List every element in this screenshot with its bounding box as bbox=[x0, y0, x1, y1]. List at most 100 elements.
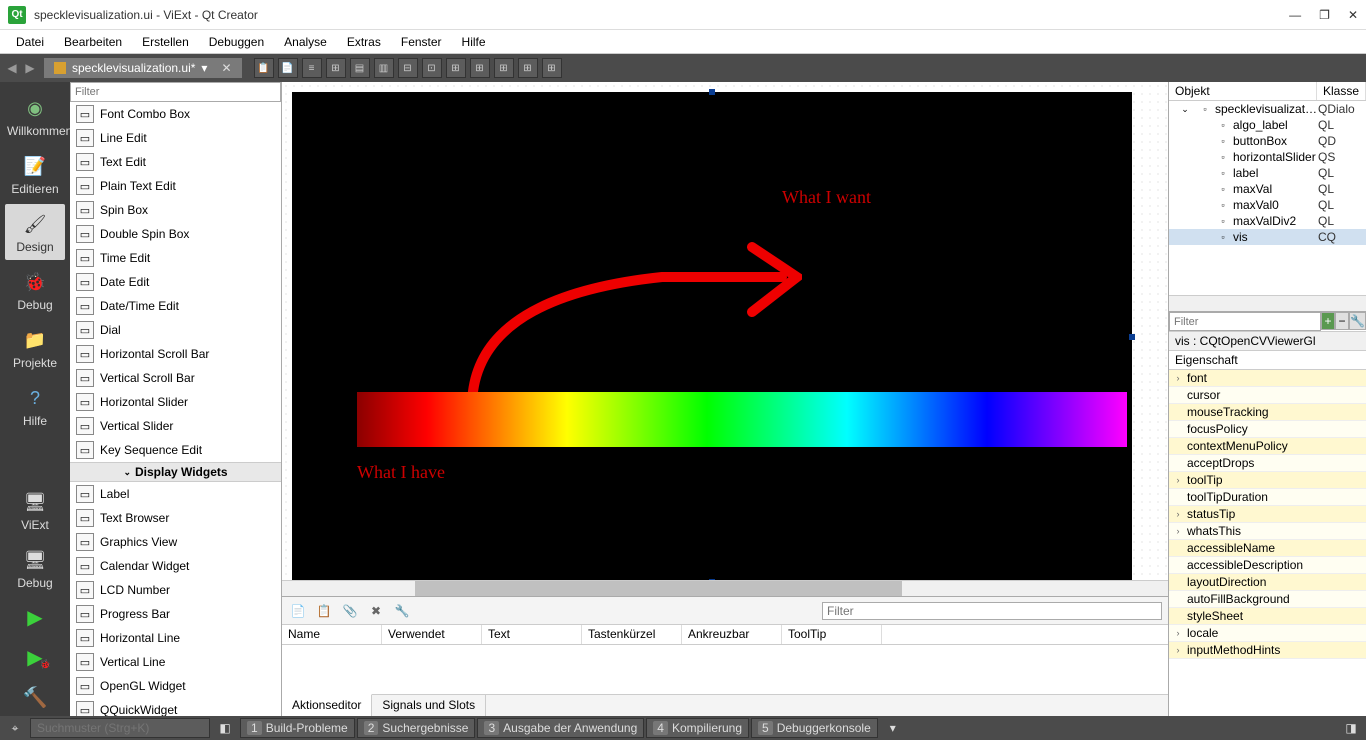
widget-item[interactable]: ▭Font Combo Box bbox=[70, 102, 281, 126]
object-row[interactable]: ▫algo_labelQL bbox=[1169, 117, 1366, 133]
toolbar-btn-9[interactable]: ⊞ bbox=[470, 58, 490, 78]
widget-filter-input[interactable] bbox=[75, 83, 276, 101]
toolbar-btn-7[interactable]: ⊡ bbox=[422, 58, 442, 78]
action-col[interactable]: Name bbox=[282, 625, 382, 644]
widget-item[interactable]: ▭Horizontal Line bbox=[70, 626, 281, 650]
expand-icon[interactable]: › bbox=[1171, 509, 1185, 519]
property-row[interactable]: focusPolicy bbox=[1169, 421, 1366, 438]
mode-projects[interactable]: 📁Projekte bbox=[5, 320, 65, 376]
widget-item[interactable]: ▭Progress Bar bbox=[70, 602, 281, 626]
mode-edit[interactable]: 📝Editieren bbox=[5, 146, 65, 202]
widget-item[interactable]: ▭Line Edit bbox=[70, 126, 281, 150]
action-col[interactable]: Tastenkürzel bbox=[582, 625, 682, 644]
property-row[interactable]: contextMenuPolicy bbox=[1169, 438, 1366, 455]
output-pane-button[interactable]: 5Debuggerkonsole bbox=[751, 718, 878, 738]
widget-item[interactable]: ▭Date/Time Edit bbox=[70, 294, 281, 318]
widget-item[interactable]: ▭Double Spin Box bbox=[70, 222, 281, 246]
nav-fwd-icon[interactable]: ▶ bbox=[22, 60, 38, 76]
toolbar-btn-6[interactable]: ⊟ bbox=[398, 58, 418, 78]
horizontal-scrollbar[interactable] bbox=[282, 580, 1168, 596]
widget-item[interactable]: ▭Vertical Line bbox=[70, 650, 281, 674]
objtree-col-object[interactable]: Objekt bbox=[1169, 82, 1317, 100]
widget-item[interactable]: ▭Graphics View bbox=[70, 530, 281, 554]
property-row[interactable]: accessibleName bbox=[1169, 540, 1366, 557]
config-action-icon[interactable]: 🔧 bbox=[392, 601, 412, 621]
nav-back-icon[interactable]: ◀ bbox=[4, 60, 20, 76]
objtree-hscroll[interactable] bbox=[1169, 295, 1366, 311]
property-row[interactable]: autoFillBackground bbox=[1169, 591, 1366, 608]
widget-item[interactable]: ▭Text Edit bbox=[70, 150, 281, 174]
objtree-col-class[interactable]: Klasse bbox=[1317, 82, 1366, 100]
toolbar-btn-10[interactable]: ⊞ bbox=[494, 58, 514, 78]
property-filter-input[interactable] bbox=[1169, 312, 1321, 331]
action-col[interactable]: ToolTip bbox=[782, 625, 882, 644]
widget-item[interactable]: ▭Key Sequence Edit bbox=[70, 438, 281, 462]
form-canvas[interactable]: What I want What I have bbox=[292, 92, 1132, 580]
menu-datei[interactable]: Datei bbox=[8, 33, 52, 51]
toolbar-btn-8[interactable]: ⊞ bbox=[446, 58, 466, 78]
widget-item[interactable]: ▭LCD Number bbox=[70, 578, 281, 602]
property-row[interactable]: ›toolTip bbox=[1169, 472, 1366, 489]
property-row[interactable]: layoutDirection bbox=[1169, 574, 1366, 591]
paste-action-icon[interactable]: 📎 bbox=[340, 601, 360, 621]
action-col[interactable]: Text bbox=[482, 625, 582, 644]
property-row[interactable]: ›whatsThis bbox=[1169, 523, 1366, 540]
action-table-body[interactable] bbox=[282, 645, 1168, 694]
menu-erstellen[interactable]: Erstellen bbox=[134, 33, 197, 51]
object-row[interactable]: ▫maxValQL bbox=[1169, 181, 1366, 197]
form-canvas-viewport[interactable]: What I want What I have bbox=[282, 82, 1168, 580]
widget-item[interactable]: ▭Text Browser bbox=[70, 506, 281, 530]
object-row[interactable]: ▫horizontalSliderQS bbox=[1169, 149, 1366, 165]
resize-handle[interactable] bbox=[1129, 334, 1135, 340]
object-row[interactable]: ▫buttonBoxQD bbox=[1169, 133, 1366, 149]
widget-item[interactable]: ▭Dial bbox=[70, 318, 281, 342]
action-filter-input[interactable] bbox=[822, 602, 1162, 620]
close-pane-icon[interactable]: ◨ bbox=[1342, 719, 1360, 737]
menu-debuggen[interactable]: Debuggen bbox=[201, 33, 272, 51]
tab-close-icon[interactable]: ✕ bbox=[221, 61, 231, 75]
expand-icon[interactable]: › bbox=[1171, 373, 1185, 383]
close-button[interactable]: ✕ bbox=[1348, 8, 1358, 22]
toolbar-btn-0[interactable]: 📋 bbox=[254, 58, 274, 78]
expand-icon[interactable]: › bbox=[1171, 628, 1185, 638]
menu-analyse[interactable]: Analyse bbox=[276, 33, 335, 51]
toolbar-btn-1[interactable]: 📄 bbox=[278, 58, 298, 78]
toolbar-btn-4[interactable]: ▤ bbox=[350, 58, 370, 78]
property-row[interactable]: ›inputMethodHints bbox=[1169, 642, 1366, 659]
resize-handle[interactable] bbox=[709, 89, 715, 95]
locator-input[interactable] bbox=[30, 718, 210, 738]
build-button[interactable]: 🔨 bbox=[15, 682, 55, 712]
tab-action-editor[interactable]: Aktionseditor bbox=[282, 694, 372, 716]
toggle-sidebar-icon[interactable]: ◧ bbox=[216, 719, 234, 737]
widget-category[interactable]: ⌄Display Widgets bbox=[70, 462, 281, 482]
mode-welcome[interactable]: ◉Willkommen bbox=[5, 88, 65, 144]
property-row[interactable]: ›font bbox=[1169, 370, 1366, 387]
mode-help[interactable]: ?Hilfe bbox=[5, 378, 65, 434]
menu-bearbeiten[interactable]: Bearbeiten bbox=[56, 33, 130, 51]
object-row[interactable]: ▫visCQ bbox=[1169, 229, 1366, 245]
action-col[interactable]: Ankreuzbar bbox=[682, 625, 782, 644]
output-pane-button[interactable]: 1Build-Probleme bbox=[240, 718, 355, 738]
property-row[interactable]: ›locale bbox=[1169, 625, 1366, 642]
widget-item[interactable]: ▭Plain Text Edit bbox=[70, 174, 281, 198]
add-property-icon[interactable]: + bbox=[1321, 312, 1335, 330]
resize-handle[interactable] bbox=[709, 579, 715, 580]
widget-item[interactable]: ▭QQuickWidget bbox=[70, 698, 281, 716]
mode-design[interactable]: 🖌Design bbox=[5, 204, 65, 260]
property-row[interactable]: cursor bbox=[1169, 387, 1366, 404]
menu-fenster[interactable]: Fenster bbox=[393, 33, 450, 51]
run-button[interactable]: ▶ bbox=[15, 602, 55, 632]
widget-item[interactable]: ▭Vertical Scroll Bar bbox=[70, 366, 281, 390]
locate-icon[interactable]: ⌖ bbox=[6, 719, 24, 737]
output-pane-button[interactable]: 3Ausgabe der Anwendung bbox=[477, 718, 644, 738]
action-col[interactable]: Verwendet bbox=[382, 625, 482, 644]
tab-signals-slots[interactable]: Signals und Slots bbox=[372, 695, 486, 716]
expand-icon[interactable]: › bbox=[1171, 475, 1185, 485]
widget-item[interactable]: ▭Label bbox=[70, 482, 281, 506]
property-row[interactable]: mouseTracking bbox=[1169, 404, 1366, 421]
split-icon[interactable]: ▾ bbox=[201, 61, 207, 75]
menu-extras[interactable]: Extras bbox=[339, 33, 389, 51]
widget-item[interactable]: ▭Calendar Widget bbox=[70, 554, 281, 578]
object-row[interactable]: ▫labelQL bbox=[1169, 165, 1366, 181]
widget-item[interactable]: ▭OpenGL Widget bbox=[70, 674, 281, 698]
